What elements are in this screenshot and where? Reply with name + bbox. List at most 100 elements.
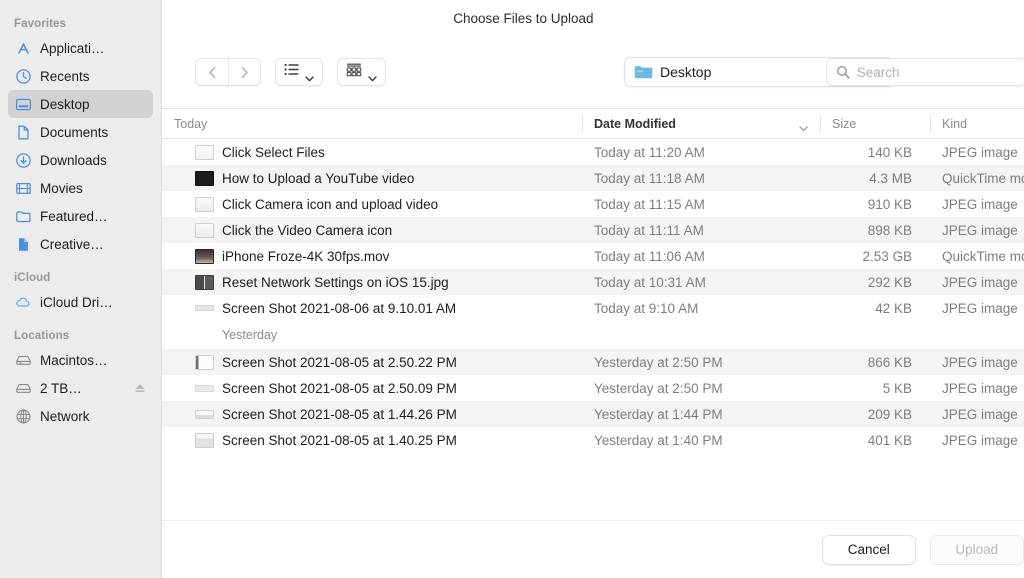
main-pane: Choose Files to Upload Desktop Search To… [161,0,1024,578]
sidebar-section-icloud: iCloud [14,272,51,284]
table-row[interactable]: Screen Shot 2021-08-05 at 2.50.22 PM Yes… [162,349,1024,375]
file-name: Reset Network Settings on iOS 15.jpg [222,274,449,290]
file-thumbnail-icon [195,305,214,311]
column-header-name[interactable]: Today [162,109,582,138]
table-row[interactable]: How to Upload a YouTube video Today at 1… [162,165,1024,191]
globe-icon [14,407,33,426]
file-name: How to Upload a YouTube video [222,170,415,186]
file-name: Screen Shot 2021-08-05 at 1.40.25 PM [222,432,457,448]
file-name-cell: Screen Shot 2021-08-05 at 2.50.22 PM [162,354,582,370]
file-kind-cell: JPEG image [942,222,1018,238]
column-header-date-modified[interactable]: Date Modified [582,109,820,138]
sidebar-section-favorites: Favorites [14,18,67,30]
file-date-cell: Today at 11:20 AM [594,144,705,160]
file-thumbnail-icon [195,222,214,238]
file-name-cell: Reset Network Settings on iOS 15.jpg [162,274,582,290]
file-thumbnail-icon [195,248,214,264]
sidebar-item-2tb-drive[interactable]: 2 TB… [8,374,153,402]
sidebar-item-creative[interactable]: Creative… [8,230,153,258]
table-row[interactable]: Screen Shot 2021-08-05 at 1.44.26 PM Yes… [162,401,1024,427]
file-size-cell: 2.53 GB [862,248,912,264]
file-size-cell: 4.3 MB [869,170,912,186]
sidebar-item-network[interactable]: Network [8,402,153,430]
table-row[interactable]: Click Camera icon and upload video Today… [162,191,1024,217]
footer-bar: Cancel Upload [162,520,1024,578]
sidebar-item-icloud-drive[interactable]: iCloud Dri… [8,288,153,316]
sidebar-item-downloads[interactable]: Downloads [8,146,153,174]
sidebar-item-recents[interactable]: Recents [8,62,153,90]
sidebar-item-movies[interactable]: Movies [8,174,153,202]
upload-button[interactable]: Upload [929,534,1024,565]
file-thumbnail-icon [195,196,214,212]
cancel-button[interactable]: Cancel [821,534,916,565]
table-row[interactable]: iPhone Froze-4K 30fps.mov Today at 11:06… [162,243,1024,269]
path-popup-label: Desktop [660,64,712,80]
forward-button[interactable] [228,59,260,85]
table-row[interactable]: Click the Video Camera icon Today at 11:… [162,217,1024,243]
column-header-size[interactable]: Size [820,109,930,138]
sidebar-item-label: Applicati… [40,40,105,56]
sidebar-item-label: Recents [40,68,90,84]
sidebar-item-desktop[interactable]: Desktop [8,90,153,118]
list-view-icon [284,63,299,81]
sidebar-item-featured[interactable]: Featured… [8,202,153,230]
table-row[interactable]: Click Select Files Today at 11:20 AM 140… [162,139,1024,165]
title-bar: Choose Files to Upload [162,0,1024,36]
file-name: Click the Video Camera icon [222,222,393,238]
search-icon [836,65,850,79]
file-thumbnail-icon [195,432,214,448]
sidebar-item-label: Network [40,408,90,424]
file-date-cell: Yesterday at 2:50 PM [594,380,723,396]
file-name-cell: iPhone Froze-4K 30fps.mov [162,248,582,264]
table-row[interactable]: Screen Shot 2021-08-05 at 1.40.25 PM Yes… [162,427,1024,453]
sidebar-item-label: Macintos… [40,352,108,368]
file-date-cell: Today at 11:18 AM [594,170,705,186]
file-size-cell: 5 KB [882,380,912,396]
file-name-cell: Click Select Files [162,144,582,160]
applications-icon [14,39,33,58]
file-name-cell: How to Upload a YouTube video [162,170,582,186]
table-row[interactable]: Screen Shot 2021-08-05 at 2.50.09 PM Yes… [162,375,1024,401]
sidebar-item-label: Downloads [40,152,107,168]
file-date-cell: Today at 11:06 AM [594,248,705,264]
harddisk-icon [14,379,33,398]
column-header-kind[interactable]: Kind [930,109,1024,138]
toolbar: Desktop Search [162,36,1024,108]
file-kind-cell: QuickTime movie [942,248,1024,264]
search-field[interactable]: Search [825,58,1024,86]
sidebar-item-label: 2 TB… [40,380,82,396]
file-name: Screen Shot 2021-08-05 at 2.50.22 PM [222,354,457,370]
file-thumbnail-icon [195,354,214,370]
file-thumbnail-icon [195,274,214,290]
sidebar-item-documents[interactable]: Documents [8,118,153,146]
file-name-cell: Click the Video Camera icon [162,222,582,238]
file-list[interactable]: Click Select Files Today at 11:20 AM 140… [162,139,1024,520]
file-size-cell: 140 KB [867,144,912,160]
clock-icon [14,67,33,86]
group-by-button[interactable] [337,58,386,86]
sidebar-item-macintosh-hd[interactable]: Macintos… [8,346,153,374]
file-date-cell: Today at 9:10 AM [594,300,699,316]
file-name: iPhone Froze-4K 30fps.mov [222,248,390,264]
folder-icon [634,64,653,80]
file-name: Screen Shot 2021-08-05 at 2.50.09 PM [222,380,457,396]
file-date-cell: Today at 11:11 AM [594,222,704,238]
file-name-cell: Screen Shot 2021-08-05 at 1.44.26 PM [162,407,582,422]
file-size-cell: 866 KB [867,354,912,370]
table-row[interactable]: Screen Shot 2021-08-06 at 9.10.01 AM Tod… [162,295,1024,321]
file-name-cell: Screen Shot 2021-08-06 at 9.10.01 AM [162,301,582,316]
grid-group-icon [346,63,362,82]
eject-icon[interactable] [133,381,147,395]
file-name-cell: Screen Shot 2021-08-05 at 2.50.09 PM [162,381,582,396]
sidebar-item-applications[interactable]: Applicati… [8,34,153,62]
file-name: Click Camera icon and upload video [222,196,439,212]
chevron-down-icon [799,121,808,132]
view-mode-button[interactable] [275,58,323,86]
back-button[interactable] [196,59,228,85]
file-date-cell: Today at 11:15 AM [594,196,705,212]
table-row[interactable]: Reset Network Settings on iOS 15.jpg Tod… [162,269,1024,295]
sidebar-item-label: iCloud Dri… [40,294,113,310]
sidebar: Favorites Applicati… Recents Desktop Doc… [0,0,161,578]
sidebar-item-label: Creative… [40,236,104,252]
film-icon [14,179,33,198]
